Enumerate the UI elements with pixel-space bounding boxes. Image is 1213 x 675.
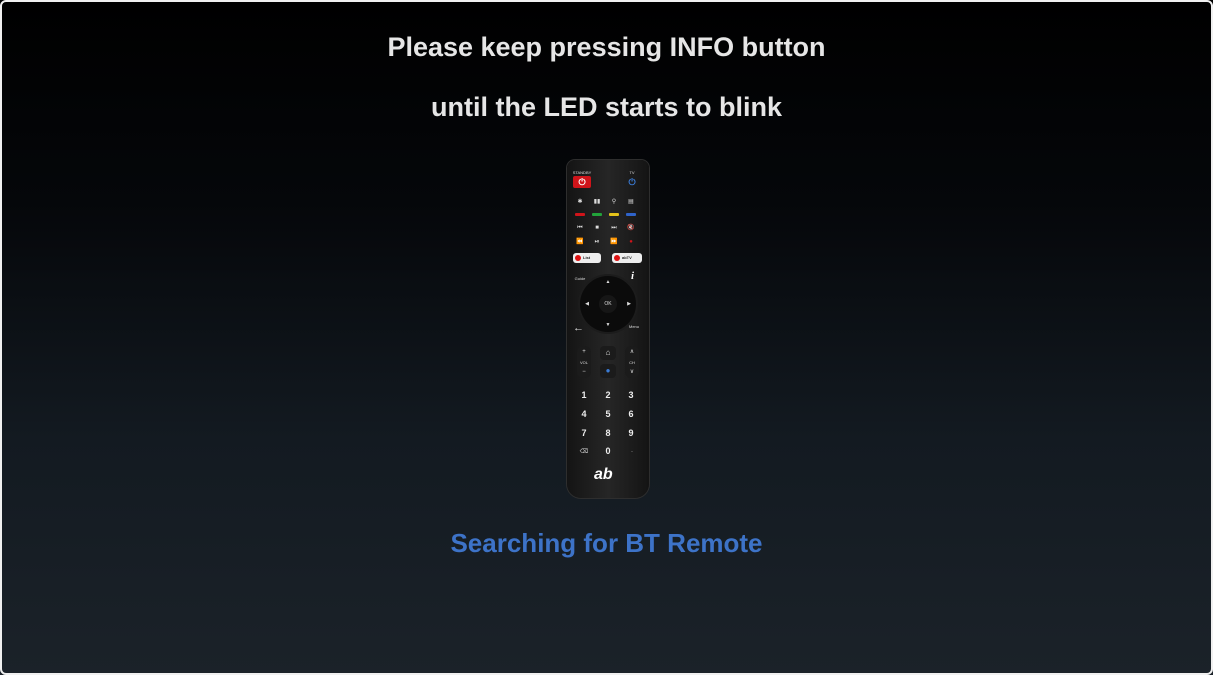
instruction-line-2: until the LED starts to blink: [430, 92, 782, 122]
back-icon: ←: [573, 322, 584, 334]
key-2: 2: [605, 390, 611, 400]
ok-button: OK: [599, 295, 617, 313]
tv-label: TV: [629, 170, 635, 175]
vol-plus: +: [582, 349, 586, 355]
key-6: 6: [628, 409, 634, 419]
status-text: Searching for BT Remote: [450, 528, 763, 558]
prev-track-icon: ⏮: [577, 225, 583, 231]
search-icon: ⚲: [611, 199, 617, 205]
ab-logo: ab: [594, 466, 613, 483]
right-arrow-icon: ▶: [627, 301, 631, 307]
vol-label: VOL: [579, 360, 588, 365]
guide-label: Guide: [574, 276, 586, 281]
instruction-line-1: Please keep pressing INFO button: [387, 32, 826, 62]
next-track-icon: ⏭: [611, 225, 617, 231]
delete-icon: ⌫: [579, 449, 589, 455]
key-7: 7: [581, 428, 587, 438]
subtitle-icon: ▤: [628, 199, 634, 205]
left-arrow-icon: ◀: [585, 301, 589, 307]
assistant-icon: ●: [600, 364, 616, 378]
fast-forward-icon: ⏩: [610, 239, 618, 245]
mute-icon: 🔇: [627, 225, 635, 231]
blue-key: [626, 213, 636, 216]
standby-label: STANDBY: [572, 170, 592, 175]
key-0: 0: [605, 446, 611, 456]
key-3: 3: [628, 390, 634, 400]
yellow-key: [609, 213, 619, 216]
record-icon: ●: [629, 239, 633, 245]
ch-down-icon: ∨: [629, 369, 635, 375]
play-pause-icon: ⏯: [594, 239, 600, 245]
tv-power-icon: ⏻: [628, 177, 636, 187]
info-icon: i: [631, 270, 635, 282]
up-arrow-icon: ▲: [605, 279, 611, 285]
apps-icon: ▮▮: [593, 199, 601, 205]
remote-control-illustration: STANDBY TV ⏻ ⏻ ✱ ▮▮ ⚲ ▤ ⏮ ■ ⏭ 🔇 ⏪ ⏯ ⏩ ● …: [567, 160, 649, 498]
dot-key-icon: ·: [631, 449, 633, 455]
list-dot-icon: [575, 254, 581, 261]
ch-label: CH: [629, 360, 635, 365]
stop-icon: ■: [595, 225, 599, 231]
settings-icon: ✱: [577, 199, 583, 205]
rewind-icon: ⏪: [576, 239, 584, 245]
red-key: [575, 213, 585, 216]
key-1: 1: [581, 390, 587, 400]
green-key: [592, 213, 602, 216]
key-9: 9: [628, 428, 634, 438]
abtv-dot-icon: [614, 254, 620, 261]
key-5: 5: [605, 409, 611, 419]
standby-power-icon: ⏻: [573, 176, 591, 188]
key-4: 4: [581, 409, 587, 419]
list-button: List: [573, 253, 601, 263]
down-arrow-icon: ▼: [605, 322, 611, 328]
key-8: 8: [605, 428, 611, 438]
abtv-label: abTV: [622, 255, 632, 260]
menu-label: Menu: [628, 324, 639, 329]
list-label: List: [583, 255, 591, 260]
ch-up-icon: ∧: [629, 349, 635, 355]
vol-minus: −: [582, 369, 586, 375]
home-icon: ⌂: [600, 346, 616, 360]
abtv-button: abTV: [612, 253, 642, 263]
